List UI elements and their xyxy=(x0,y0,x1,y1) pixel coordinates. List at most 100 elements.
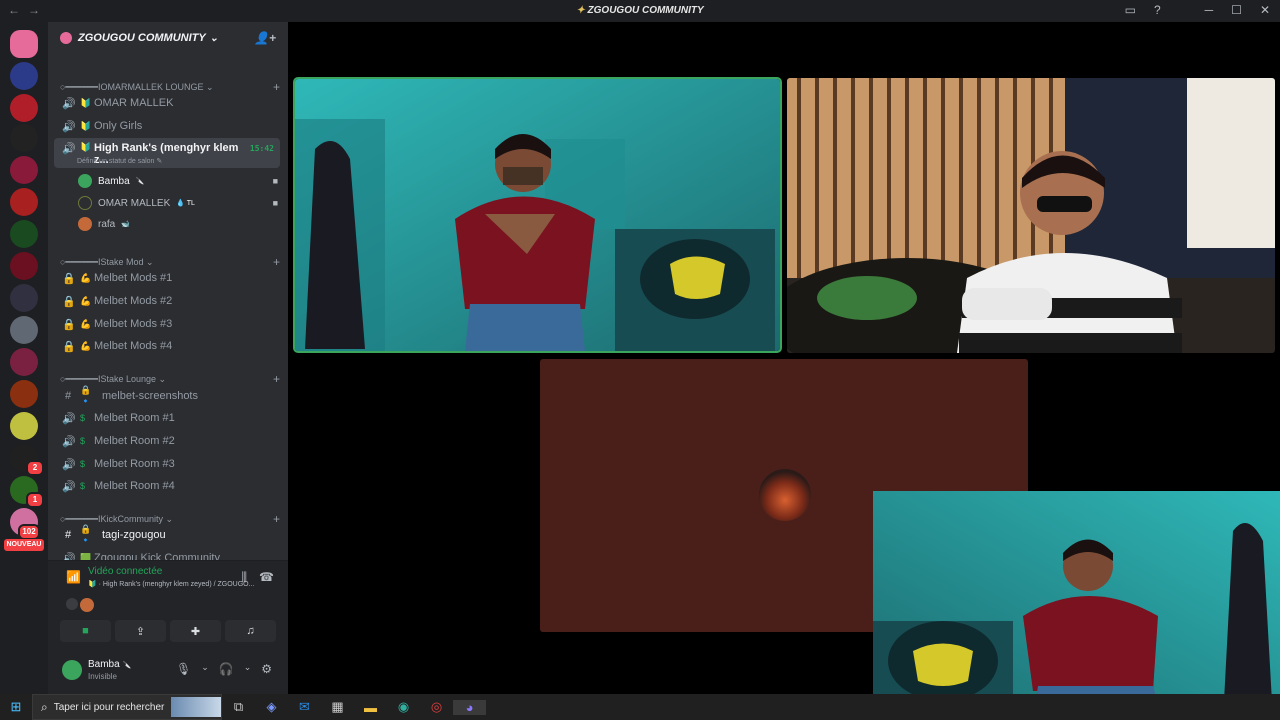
add-channel-icon[interactable]: + xyxy=(273,512,280,526)
lock-icon: 🔒 xyxy=(62,318,76,331)
category-header[interactable]: ○━━━━━━IOMARMALLEK LOUNGE ⌄ + xyxy=(60,80,280,94)
outlook-icon[interactable]: ✉ xyxy=(288,699,321,715)
channel-melbet-mods-4[interactable]: 🔒 💪 Melbet Mods #4 xyxy=(54,336,280,356)
category-header[interactable]: ○━━━━━━IStake Mod ⌄ + xyxy=(60,255,280,269)
store-icon[interactable]: ▦ xyxy=(321,699,354,715)
microphone-icon[interactable]: 🎙 xyxy=(176,662,191,676)
channel-name: OMAR MALLEK xyxy=(94,97,174,109)
video-tile-self-preview[interactable] xyxy=(873,491,1280,720)
edge-icon[interactable]: ◉ xyxy=(387,699,420,715)
voice-user-name: Bamba xyxy=(98,175,130,187)
add-channel-icon[interactable]: + xyxy=(273,372,280,386)
server-icon-2[interactable] xyxy=(10,62,38,90)
channel-only-girls[interactable]: 🔊 🔰 Only Girls xyxy=(54,116,280,136)
window-title: ✦ ZGOUGOU COMMUNITY xyxy=(0,5,1280,16)
headphones-icon[interactable]: 🎧 xyxy=(219,662,234,676)
server-icon-13[interactable] xyxy=(10,412,38,440)
settings-gear-icon[interactable]: ⚙ xyxy=(261,662,272,676)
channel-status[interactable]: Définir un statut de salon ✎ xyxy=(77,157,162,165)
task-view-icon[interactable]: ⧉ xyxy=(222,699,255,715)
webcam-feed-image xyxy=(295,79,780,351)
server-icon-8[interactable] xyxy=(10,252,38,280)
webcam-feed-image xyxy=(787,78,1275,353)
activities-button[interactable]: ✚ xyxy=(170,620,221,642)
voice-avatars xyxy=(66,598,94,612)
disconnect-icon[interactable]: ☎ xyxy=(259,570,274,585)
channel-melbet-room-1[interactable]: 🔊 $ Melbet Room #1 xyxy=(54,408,280,428)
noise-suppression-icon[interactable]: ⫼ xyxy=(242,570,248,585)
invite-icon[interactable]: 👤+ xyxy=(254,31,276,45)
channel-emoji: 💪 xyxy=(80,340,92,351)
channel-emoji: 💪 xyxy=(80,295,92,306)
inbox-icon[interactable]: ▭ xyxy=(1125,3,1136,17)
channel-melbet-screenshots[interactable]: # 🔒🔹 melbet-screenshots xyxy=(54,385,280,406)
taskbar-search[interactable]: ⌕ Taper ici pour rechercher xyxy=(32,694,222,720)
webcam-feed-image xyxy=(873,491,1280,720)
server-icon-6[interactable] xyxy=(10,188,38,216)
channel-melbet-room-2[interactable]: 🔊 $ Melbet Room #2 xyxy=(54,431,280,451)
soundboard-button[interactable]: ♫ xyxy=(225,620,276,642)
channel-melbet-mods-1[interactable]: 🔒 💪 Melbet Mods #1 xyxy=(54,268,280,288)
server-icon-ymc[interactable] xyxy=(10,124,38,152)
discord-icon[interactable]: ◕ xyxy=(453,699,486,715)
chevron-down-icon[interactable]: ⌄ xyxy=(244,662,252,676)
server-icon-7[interactable] xyxy=(10,220,38,248)
channel-name: Only Girls xyxy=(94,120,143,132)
voice-user[interactable]: OMAR MALLEK 💧 TL ■ xyxy=(78,194,278,212)
help-icon[interactable]: ? xyxy=(1154,3,1161,17)
channel-name: Melbet Mods #2 xyxy=(94,295,173,307)
voice-status[interactable]: Vidéo connectée xyxy=(88,566,162,577)
channel-name: tagi-zgougou xyxy=(102,529,166,541)
close-button[interactable]: ✕ xyxy=(1260,3,1270,17)
speaker-icon: 🔊 xyxy=(62,120,76,133)
channel-melbet-mods-2[interactable]: 🔒 💪 Melbet Mods #2 xyxy=(54,291,280,311)
channel-melbet-room-3[interactable]: 🔊 $ Melbet Room #3 xyxy=(54,454,280,474)
server-icon-12[interactable] xyxy=(10,380,38,408)
server-icon-10[interactable] xyxy=(10,316,38,344)
category-header[interactable]: ○━━━━━━IStake Lounge ⌄ + xyxy=(60,372,280,386)
channel-emoji: $ xyxy=(80,481,86,491)
channel-omar-mallek[interactable]: 🔊 🔰 OMAR MALLEK xyxy=(54,93,280,113)
avatar[interactable] xyxy=(62,660,82,680)
video-tile[interactable] xyxy=(787,78,1275,353)
server-icon-11[interactable] xyxy=(10,348,38,376)
video-tile-speaking[interactable] xyxy=(293,77,782,353)
os-taskbar: ⊞ ⌕ Taper ici pour rechercher ⧉ ◈ ✉ ▦ ▬ … xyxy=(0,694,1280,720)
camera-button[interactable]: ■ xyxy=(60,620,111,642)
window-title-text: ZGOUGOU COMMUNITY xyxy=(587,5,704,16)
server-badge: 2 xyxy=(26,460,44,476)
voice-user-tag: 🐋 xyxy=(121,221,130,228)
channel-emoji: $ xyxy=(80,436,86,446)
file-explorer-icon[interactable]: ▬ xyxy=(354,700,387,715)
voice-user[interactable]: Bamba 🔪 ■ xyxy=(78,172,278,190)
avatar xyxy=(80,598,94,612)
server-icon-zgougou[interactable] xyxy=(10,30,38,58)
lock-icon: 🔒 xyxy=(62,272,76,285)
maximize-button[interactable]: ☐ xyxy=(1231,3,1242,17)
channel-melbet-mods-3[interactable]: 🔒 💪 Melbet Mods #3 xyxy=(54,314,280,334)
server-icon-5[interactable] xyxy=(10,156,38,184)
add-channel-icon[interactable]: + xyxy=(273,255,280,269)
voice-user[interactable]: rafa 🐋 xyxy=(78,215,278,233)
signal-icon[interactable]: 📶 xyxy=(66,570,81,584)
channel-tagi-zgougou[interactable]: # 🔒🔹 tagi-zgougou xyxy=(54,524,280,545)
server-icon-9[interactable] xyxy=(10,284,38,312)
windows-start-icon[interactable]: ⊞ xyxy=(0,699,32,715)
channel-melbet-room-4[interactable]: 🔊 $ Melbet Room #4 xyxy=(54,476,280,496)
add-channel-icon[interactable]: + xyxy=(273,80,280,94)
activities-icon: ✚ xyxy=(190,625,201,638)
minimize-button[interactable]: ─ xyxy=(1205,3,1214,17)
guild-header[interactable]: ZGOUGOU COMMUNITY ⌄ 👤+ xyxy=(48,22,288,54)
channel-emoji: 🔒🔹 xyxy=(80,524,92,545)
server-badge: 102 xyxy=(18,524,40,540)
chevron-down-icon: ⌄ xyxy=(209,32,219,44)
title-bar: ←→ ✦ ZGOUGOU COMMUNITY ▭ ? ─ ☐ ✕ xyxy=(0,0,1280,22)
copilot-icon[interactable]: ◈ xyxy=(255,699,288,715)
server-icon-3[interactable] xyxy=(10,94,38,122)
screen-share-button[interactable]: ⇪ xyxy=(115,620,166,642)
avatar xyxy=(78,196,92,210)
user-name[interactable]: Bamba 🔪 xyxy=(88,659,131,670)
app-icon[interactable]: ◎ xyxy=(420,699,453,715)
voice-user-tag: 💧 TL xyxy=(176,200,195,207)
chevron-down-icon[interactable]: ⌄ xyxy=(201,662,209,676)
